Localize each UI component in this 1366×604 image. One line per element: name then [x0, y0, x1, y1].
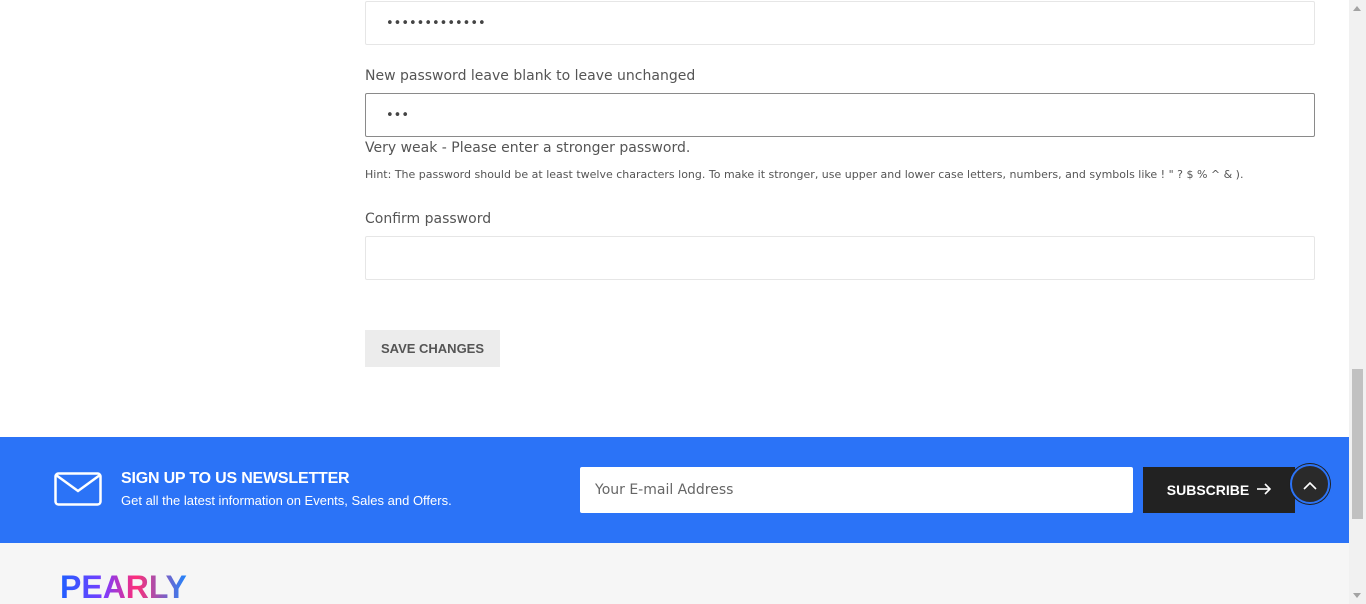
new-password-label: New password leave blank to leave unchan…	[365, 68, 696, 84]
chevron-up-icon	[1303, 475, 1317, 494]
subscribe-button[interactable]: SUBSCRIBE	[1143, 467, 1295, 513]
newsletter-email-input[interactable]	[580, 467, 1133, 513]
arrow-right-icon	[1257, 482, 1272, 498]
new-password-value: •••	[386, 107, 410, 123]
new-password-field[interactable]: •••	[365, 93, 1315, 137]
password-hint: Hint: The password should be at least tw…	[365, 168, 1244, 181]
current-password-value: •••••••••••••	[386, 15, 486, 31]
save-changes-button[interactable]: SAVE CHANGES	[365, 330, 500, 367]
page-scrollbar[interactable]	[1349, 0, 1366, 604]
confirm-password-label: Confirm password	[365, 211, 492, 227]
pearly-logo[interactable]: PEARLY	[60, 571, 187, 603]
scrollbar-thumb[interactable]	[1352, 369, 1363, 519]
envelope-icon	[54, 472, 102, 510]
current-password-field[interactable]: •••••••••••••	[365, 1, 1315, 45]
confirm-password-field[interactable]	[365, 236, 1315, 280]
footer: PEARLY	[0, 543, 1349, 604]
scroll-down-icon[interactable]	[1353, 593, 1361, 598]
scroll-up-icon[interactable]	[1353, 6, 1361, 11]
subscribe-label: SUBSCRIBE	[1166, 482, 1250, 498]
back-to-top-button[interactable]	[1290, 464, 1330, 504]
password-strength-text: Very weak - Please enter a stronger pass…	[365, 140, 691, 156]
newsletter-banner: SIGN UP TO US NEWSLETTER Get all the lat…	[0, 437, 1349, 543]
newsletter-subtitle: Get all the latest information on Events…	[121, 493, 452, 508]
newsletter-title: SIGN UP TO US NEWSLETTER	[121, 470, 350, 487]
